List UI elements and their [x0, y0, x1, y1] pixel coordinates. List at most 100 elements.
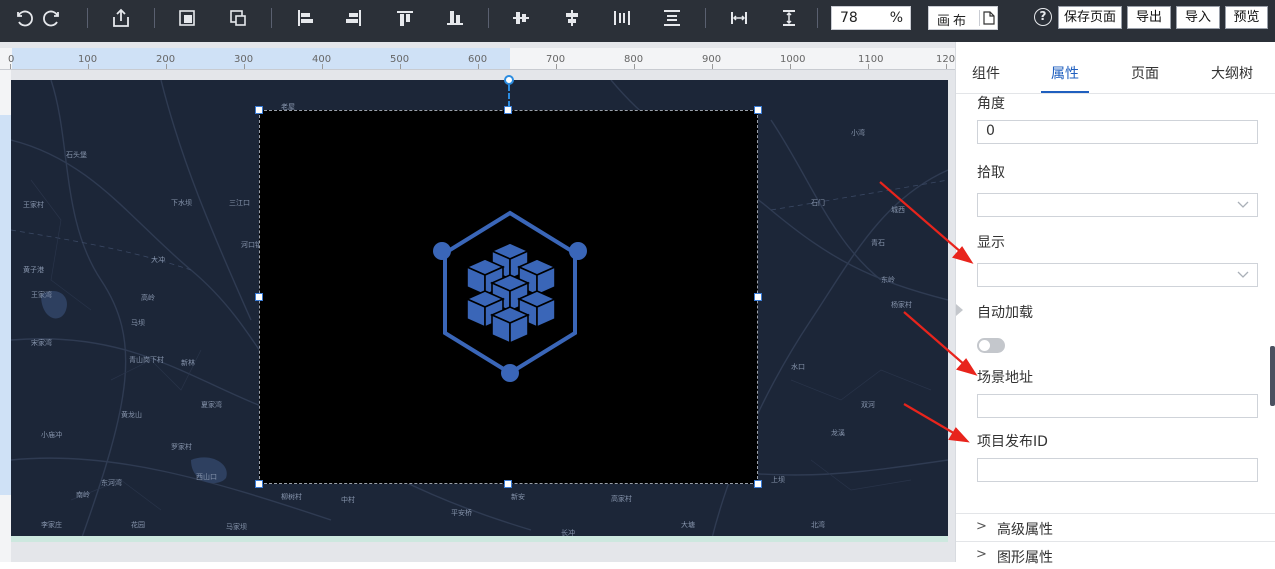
- map-place-label: 王家湾: [31, 291, 52, 299]
- resize-handle-ne[interactable]: [754, 106, 762, 114]
- advanced-properties-label: 高级属性: [997, 522, 1053, 538]
- canvas-label: 画布: [937, 14, 970, 29]
- map-place-label: 中村: [341, 496, 355, 504]
- ruler-tick: [322, 64, 323, 69]
- scene-url-input[interactable]: [977, 394, 1258, 418]
- align-vcenter-icon[interactable]: [507, 5, 535, 31]
- resize-handle-s[interactable]: [504, 480, 512, 488]
- chevron-down-icon: [1237, 271, 1249, 278]
- tab-outline-tree[interactable]: 大纲树: [1211, 63, 1253, 83]
- zoom-unit: %: [889, 10, 903, 26]
- map-place-label: 水口: [791, 363, 805, 371]
- pick-select[interactable]: [977, 193, 1258, 217]
- ruler-tick: [244, 64, 245, 69]
- chevron-down-icon: [1237, 201, 1249, 208]
- map-place-label: 新林: [181, 359, 195, 367]
- layer-forward-icon[interactable]: [173, 5, 201, 31]
- scene-url-label: 场景地址: [977, 370, 1033, 386]
- map-place-label: 李家庄: [41, 521, 62, 529]
- map-place-label: 杨家村: [891, 301, 912, 309]
- document-icon[interactable]: [983, 11, 995, 25]
- distribute-vertical-icon[interactable]: [658, 5, 686, 31]
- map-place-label: 南岭: [76, 491, 90, 499]
- ruler-tick: [556, 64, 557, 69]
- align-top-icon[interactable]: [391, 5, 419, 31]
- resize-handle-se[interactable]: [754, 480, 762, 488]
- display-select[interactable]: [977, 263, 1258, 287]
- preview-button[interactable]: 预览: [1225, 6, 1268, 29]
- ruler-tick: [946, 64, 947, 69]
- map-place-label: 黄子港: [23, 266, 44, 274]
- same-width-icon[interactable]: [725, 5, 753, 31]
- map-place-label: 大冲: [151, 256, 165, 264]
- tab-page[interactable]: 页面: [1131, 63, 1159, 83]
- resize-handle-n[interactable]: [504, 106, 512, 114]
- map-place-label: 夏家湾: [201, 401, 222, 409]
- panel-scrollbar[interactable]: [1270, 346, 1275, 406]
- vertical-ruler: [0, 70, 11, 562]
- project-id-input[interactable]: [977, 458, 1258, 482]
- ruler-tick: [166, 64, 167, 69]
- same-height-icon[interactable]: [775, 5, 803, 31]
- zoom-value: 78: [840, 10, 858, 26]
- graphic-properties-section[interactable]: > 图形属性: [956, 541, 1275, 569]
- ruler-label: 1000: [780, 54, 806, 65]
- autoload-toggle[interactable]: [977, 338, 1005, 353]
- undo-icon[interactable]: [10, 5, 38, 31]
- export-button[interactable]: 导出: [1127, 6, 1171, 29]
- import-button[interactable]: 导入: [1176, 6, 1220, 29]
- selected-scene-component[interactable]: [259, 110, 758, 484]
- toolbar-divider: [705, 8, 706, 28]
- ruler-label: 1100: [858, 54, 884, 65]
- align-bottom-icon[interactable]: [441, 5, 469, 31]
- resize-handle-sw[interactable]: [255, 480, 263, 488]
- active-tab-indicator: [1041, 91, 1089, 93]
- map-place-label: 三江口: [229, 199, 250, 207]
- resize-handle-e[interactable]: [754, 293, 762, 301]
- angle-label: 角度: [977, 96, 1005, 112]
- export-share-icon[interactable]: [107, 5, 135, 31]
- tab-properties[interactable]: 属性: [1051, 63, 1079, 83]
- resize-handle-w[interactable]: [255, 293, 263, 301]
- angle-input[interactable]: 0: [977, 120, 1258, 144]
- map-place-label: 宋家湾: [31, 339, 52, 347]
- map-place-label: 青石: [871, 239, 885, 247]
- layer-copy-icon[interactable]: [224, 5, 252, 31]
- map-place-label: 黄龙山: [121, 411, 142, 419]
- toolbar-divider: [271, 8, 272, 28]
- distribute-horizontal-icon[interactable]: [608, 5, 636, 31]
- ruler-tick: [10, 64, 11, 69]
- map-place-label: 小庙冲: [41, 431, 62, 439]
- help-icon[interactable]: ?: [1034, 8, 1052, 26]
- map-place-label: 青山岗下村: [129, 356, 164, 364]
- pick-label: 拾取: [977, 165, 1005, 181]
- cube-hexagon-icon: [433, 210, 587, 382]
- map-place-label: 北湾: [811, 521, 825, 529]
- map-place-label: 石头堡: [66, 151, 87, 159]
- rotate-handle[interactable]: [504, 75, 514, 85]
- align-hcenter-icon[interactable]: [558, 5, 586, 31]
- resize-handle-nw[interactable]: [255, 106, 263, 114]
- align-left-icon[interactable]: [291, 5, 319, 31]
- map-place-label: 双河: [861, 401, 875, 409]
- map-place-label: 新安: [511, 493, 525, 501]
- collapse-left-icon[interactable]: [956, 304, 963, 316]
- rotate-guide-line: [508, 85, 510, 107]
- zoom-input[interactable]: 78 %: [831, 6, 911, 30]
- canvas-button[interactable]: 画布: [928, 6, 998, 30]
- map-place-label: 柳树村: [281, 493, 302, 501]
- advanced-properties-section[interactable]: > 高级属性: [956, 513, 1275, 541]
- map-place-label: 西山口: [196, 473, 217, 481]
- map-place-label: 大塘: [681, 521, 695, 529]
- align-right-icon[interactable]: [340, 5, 368, 31]
- redo-icon[interactable]: [38, 5, 66, 31]
- toolbar-divider: [488, 8, 489, 28]
- map-place-label: 小湾: [851, 129, 865, 137]
- ruler-tick: [790, 64, 791, 69]
- top-toolbar: 78 % 画布 ? 保存页面 导出 导入 预览: [0, 0, 1275, 42]
- save-page-button[interactable]: 保存页面: [1058, 6, 1122, 29]
- chevron-right-icon: >: [976, 519, 987, 534]
- map-place-label: 上坝: [771, 476, 785, 484]
- canvas-divider: [979, 10, 980, 26]
- tab-components[interactable]: 组件: [972, 63, 1000, 83]
